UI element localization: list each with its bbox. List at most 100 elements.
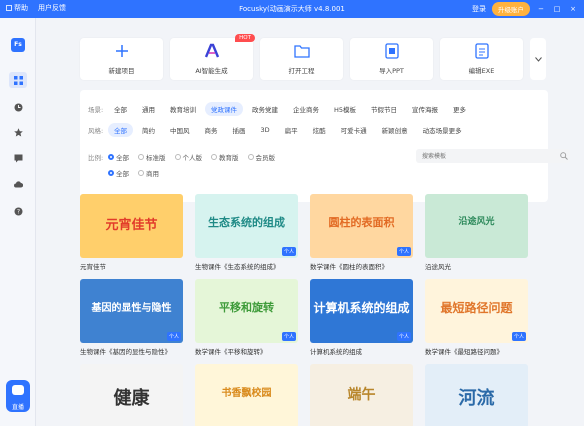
style-chip[interactable]: 简约 xyxy=(136,123,161,137)
template-card[interactable]: 河流 xyxy=(425,364,528,426)
upgrade-button[interactable]: 升级账户 xyxy=(492,2,530,16)
template-search-input[interactable] xyxy=(416,149,570,163)
style-chip[interactable]: 插画 xyxy=(227,123,252,137)
scene-chip[interactable]: 通用 xyxy=(136,102,161,116)
template-card[interactable]: 健康 xyxy=(80,364,183,426)
grid-icon xyxy=(13,75,23,85)
template-thumbnail[interactable]: 圆柱的表面积 个人 xyxy=(310,194,413,258)
template-card[interactable]: 书香飘校园 xyxy=(195,364,298,426)
ratio-radio[interactable]: 标准版 xyxy=(138,152,166,162)
price-filter-row: 全部 商用 xyxy=(108,168,168,178)
new-project-label: 新建项目 xyxy=(108,67,135,75)
ratio-radio-label: 全部 xyxy=(116,154,129,162)
template-thumbnail[interactable]: 书香飘校园 xyxy=(195,364,298,426)
scene-chip[interactable]: 节假节日 xyxy=(365,102,403,116)
template-thumbnail[interactable]: 健康 xyxy=(80,364,183,426)
template-card[interactable]: 沿途风光 沿途风光 xyxy=(425,194,528,271)
minimize-button[interactable]: − xyxy=(536,5,546,13)
scene-chip-active[interactable]: 党政课件 xyxy=(205,102,243,116)
sidebar-help[interactable]: ? xyxy=(9,203,27,219)
main-content: 新建项目 AI智能生成 HOT 打开工程 导入PPT 编辑EXE 场景: 全部 … xyxy=(36,18,584,426)
new-project-button[interactable]: 新建项目 xyxy=(80,38,163,80)
price-radio-label: 全部 xyxy=(116,170,129,178)
personal-tag: 个人 xyxy=(396,247,411,256)
exe-icon xyxy=(474,43,490,59)
scene-chip[interactable]: 教育培训 xyxy=(164,102,202,116)
price-radio[interactable]: 商用 xyxy=(138,168,159,178)
import-ppt-button[interactable]: 导入PPT xyxy=(350,38,433,80)
scene-chip[interactable]: 企业商务 xyxy=(287,102,325,116)
template-card[interactable]: 基因的显性与隐性 个人 生物课件《基因的显性与隐性》 xyxy=(80,279,183,356)
price-radio[interactable]: 全部 xyxy=(108,168,129,178)
live-button[interactable]: 直播 xyxy=(6,380,30,412)
svg-text:?: ? xyxy=(16,208,19,215)
maximize-button[interactable]: □ xyxy=(552,5,562,13)
edit-exe-label: 编辑EXE xyxy=(468,67,495,75)
expand-actions-button[interactable] xyxy=(530,38,546,80)
scene-more-chip[interactable]: 更多 xyxy=(447,102,472,116)
sidebar-home[interactable] xyxy=(9,72,27,88)
ppt-icon xyxy=(384,43,400,59)
ratio-radio[interactable]: 个人版 xyxy=(174,152,202,162)
ratio-filter-label: 比例: xyxy=(88,154,104,162)
help-icon: ? xyxy=(14,207,22,215)
template-caption: 数学课件《最短路径问题》 xyxy=(425,348,503,356)
template-thumbnail-title: 最短路径问题 xyxy=(440,301,513,315)
ratio-radio[interactable]: 全部 xyxy=(108,152,129,162)
scene-chip[interactable]: 全部 xyxy=(108,102,133,116)
template-thumbnail-title: 基因的显性与隐性 xyxy=(91,303,172,314)
scene-chip[interactable]: 宣传海报 xyxy=(406,102,444,116)
close-button[interactable]: × xyxy=(568,5,578,13)
template-caption: 数学课件《平移和旋转》 xyxy=(195,348,267,356)
template-card[interactable]: 圆柱的表面积 个人 数学课件《圆柱的表面积》 xyxy=(310,194,413,271)
style-chip[interactable]: 中国风 xyxy=(164,123,196,137)
login-button[interactable]: 登录 xyxy=(472,4,486,14)
template-thumbnail[interactable]: 河流 xyxy=(425,364,528,426)
scene-chip[interactable]: H5模板 xyxy=(328,102,362,116)
radio-dot xyxy=(108,170,114,176)
template-caption: 沿途风光 xyxy=(425,263,451,271)
open-project-button[interactable]: 打开工程 xyxy=(260,38,343,80)
app-logo: Fs xyxy=(11,38,25,52)
template-thumbnail[interactable]: 沿途风光 xyxy=(425,194,528,258)
sidebar-cloud[interactable] xyxy=(9,176,27,192)
template-thumbnail[interactable]: 平移和旋转 个人 xyxy=(195,279,298,343)
style-chip[interactable]: 扁平 xyxy=(279,123,304,137)
ai-generate-button[interactable]: AI智能生成 HOT xyxy=(170,34,255,80)
template-card[interactable]: 最短路径问题 个人数学课件《最短路径问题》 xyxy=(425,279,528,356)
ratio-radio[interactable]: 会员版 xyxy=(247,152,275,162)
style-chip[interactable]: 商务 xyxy=(199,123,224,137)
sidebar-recent[interactable] xyxy=(9,99,27,115)
import-ppt-label: 导入PPT xyxy=(379,67,404,75)
sidebar-messages[interactable] xyxy=(9,150,27,166)
ratio-radio[interactable]: 教育版 xyxy=(211,152,239,162)
style-chip[interactable]: 新颖创意 xyxy=(376,123,414,137)
style-chip[interactable]: 3D xyxy=(255,124,276,136)
template-card[interactable]: 平移和旋转 个人数学课件《平移和旋转》 xyxy=(195,279,298,356)
template-thumbnail[interactable]: 元宵佳节 xyxy=(80,194,183,258)
template-card[interactable]: 元宵佳节 元宵佳节 xyxy=(80,194,183,271)
style-chip[interactable]: 可爱卡通 xyxy=(335,123,373,137)
search-icon[interactable] xyxy=(560,152,568,160)
personal-tag: 个人 xyxy=(281,247,296,256)
edit-exe-button[interactable]: 编辑EXE xyxy=(440,38,523,80)
template-card[interactable]: 计算机系统的组成 个人 计算机系统的组成 xyxy=(310,279,413,356)
scene-chip[interactable]: 政务党建 xyxy=(246,102,284,116)
style-chip-active[interactable]: 全部 xyxy=(108,123,133,137)
template-thumbnail[interactable]: 基因的显性与隐性 个人 xyxy=(80,279,183,343)
personal-tag: 个人 xyxy=(396,332,411,341)
sidebar-favorites[interactable] xyxy=(9,124,27,140)
template-card[interactable]: 生态系统的组成 个人生物课件《生态系统的组成》 xyxy=(195,194,298,271)
template-thumbnail[interactable]: 最短路径问题 个人 xyxy=(425,279,528,343)
template-thumbnail[interactable]: 端午 xyxy=(310,364,413,426)
folder-icon xyxy=(294,43,310,59)
star-icon xyxy=(13,127,23,136)
template-card[interactable]: 端午 xyxy=(310,364,413,426)
template-thumbnail[interactable]: 计算机系统的组成 个人 xyxy=(310,279,413,343)
hot-badge: HOT xyxy=(235,34,255,42)
template-thumbnail-title: 河流 xyxy=(458,388,495,409)
style-chip[interactable]: 炫酷 xyxy=(307,123,332,137)
template-caption: 生物课件《生态系统的组成》 xyxy=(195,263,280,271)
style-more-chip[interactable]: 动态场景更多 xyxy=(417,123,468,137)
template-thumbnail[interactable]: 生态系统的组成 个人 xyxy=(195,194,298,258)
